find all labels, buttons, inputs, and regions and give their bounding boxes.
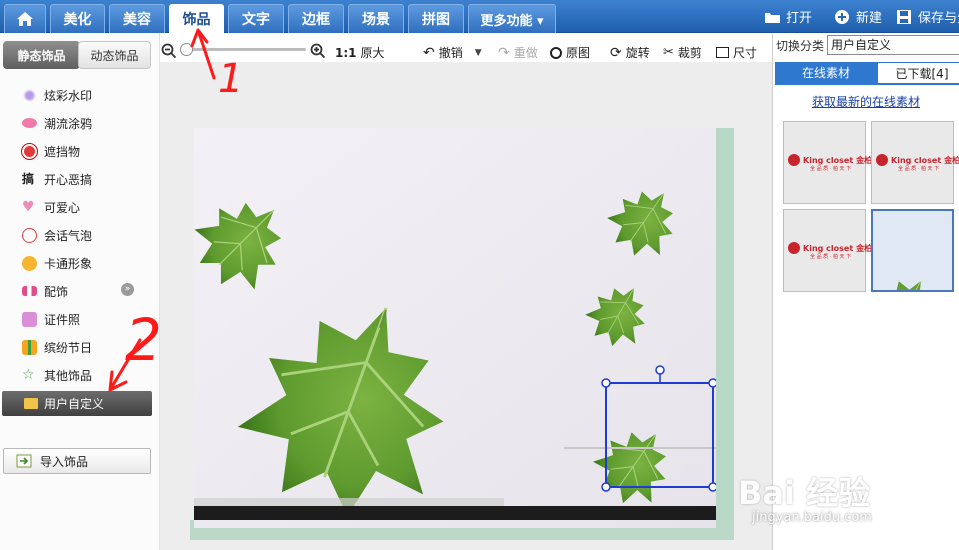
annotation-number-1: 1 xyxy=(218,56,243,102)
category-switch-label: 切换分类 xyxy=(776,39,825,53)
brand-text: King closet xyxy=(803,243,854,253)
brand-seal-icon xyxy=(788,154,800,166)
kingcloset-logo: King closet 金柏 全 品 质 · 柏 天 下 xyxy=(788,242,873,260)
brand-seal-icon xyxy=(876,154,888,166)
brand-text-cn: 金柏 xyxy=(944,155,959,165)
brand-text-cn: 金柏 xyxy=(856,243,873,253)
material-thumb[interactable]: King closet 金柏 全 品 质 · 柏 天 下 xyxy=(783,121,872,204)
brand-subtitle: 全 品 质 · 柏 天 下 xyxy=(810,254,852,260)
tab-underline xyxy=(775,83,959,85)
annotation-arrow-1 xyxy=(190,28,216,80)
material-thumb[interactable]: King closet 金柏 全 品 质 · 柏 天 下 xyxy=(783,209,872,292)
kingcloset-logo: King closet 金柏 全 品 质 · 柏 天 下 xyxy=(788,154,873,172)
brand-text: King closet xyxy=(891,155,942,165)
tab-online-material[interactable]: 在线素材 xyxy=(775,62,877,83)
annotation-number-2: 2 xyxy=(125,306,162,374)
tab-downloaded[interactable]: 已下载[4] xyxy=(877,62,959,83)
category-select[interactable]: 用户自定义 xyxy=(827,35,959,55)
brand-subtitle: 全 品 质 · 柏 天 下 xyxy=(898,166,940,172)
brand-subtitle: 全 品 质 · 柏 天 下 xyxy=(810,166,852,172)
material-thumb[interactable]: King closet 金柏 全 品 质 · 柏 天 下 xyxy=(871,121,959,204)
brand-text-cn: 金柏 xyxy=(856,155,873,165)
baidu-watermark: Bai 经验 xyxy=(738,474,871,512)
material-thumb-selected[interactable] xyxy=(858,209,954,357)
brand-text: King closet xyxy=(803,155,854,165)
leaf-thumbnail xyxy=(858,264,950,357)
kingcloset-logo: King closet 金柏 全 品 质 · 柏 天 下 xyxy=(876,154,959,172)
brand-seal-icon xyxy=(788,242,800,254)
baidu-watermark-url: jingyan.baidu.com xyxy=(752,510,872,525)
get-latest-link[interactable]: 获取最新的在线素材 xyxy=(812,93,920,110)
